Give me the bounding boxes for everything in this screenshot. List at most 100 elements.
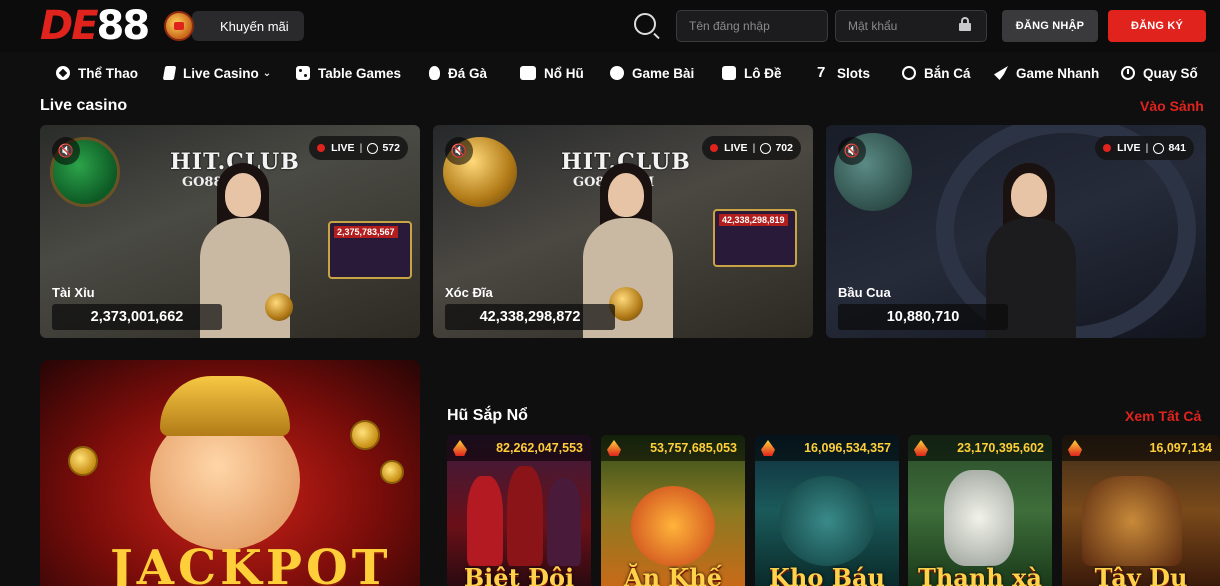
jackpot-amount: 2,373,001,662 — [52, 304, 222, 330]
nav-item-lo-de[interactable]: Lô Đề — [722, 56, 782, 90]
lock-icon — [959, 17, 971, 31]
nav-item-ban-ca[interactable]: Bắn Cá — [902, 56, 971, 90]
live-casino-title: Live casino — [40, 97, 128, 114]
live-game-card-bau-cua[interactable]: 🔇 LIVE | 841 Bầu Cua 10,880,710 — [826, 125, 1206, 338]
jackpot-amount: 10,880,710 — [838, 304, 1008, 330]
slot-game-title: Thanh xà — [918, 563, 1042, 586]
slot-game-card[interactable]: 23,170,395,602 Thanh xà — [908, 435, 1052, 586]
viewer-count: 702 — [775, 142, 793, 154]
slot-game-title: Kho Báu — [769, 563, 885, 586]
nav-label: Bắn Cá — [924, 65, 971, 81]
nav-item-live-casino[interactable]: Live Casino ⌄ — [162, 56, 272, 90]
coin-icon — [68, 446, 98, 476]
top-bar: DE 88 Khuyến mãi ĐĂNG NHẬP ĐĂNG KÝ — [0, 0, 1220, 52]
game-name: Bầu Cua — [838, 285, 891, 300]
nav-item-game-bai[interactable]: Game Bài — [610, 56, 694, 90]
nav-label: Lô Đề — [744, 65, 782, 81]
promotions-label: Khuyến mãi — [192, 11, 304, 41]
bowl-image — [265, 293, 293, 321]
cards-icon — [162, 66, 177, 80]
mute-icon[interactable]: 🔇 — [838, 137, 866, 165]
characters-image — [1082, 476, 1182, 566]
character-image — [507, 466, 543, 566]
nav-label: Đá Gà — [448, 65, 488, 81]
logo-text-de: DE — [40, 3, 99, 49]
live-dot-icon — [710, 144, 719, 152]
jackpot-amount: 16,096,534,357 — [755, 435, 899, 461]
slot-game-card[interactable]: 53,757,685,053 Ăn Khế — [601, 435, 745, 586]
live-badge: LIVE | 702 — [702, 136, 801, 160]
promotions-button[interactable]: Khuyến mãi — [164, 8, 304, 44]
nav-label: Game Nhanh — [1016, 65, 1100, 81]
nav-label: Live Casino — [183, 65, 259, 81]
slot-game-title: Ăn Khế — [623, 563, 722, 586]
viewers-icon — [760, 142, 772, 154]
nav-item-quay-so[interactable]: Quay Số — [1121, 56, 1198, 90]
coin-icon — [350, 420, 380, 450]
nav-item-table-games[interactable]: Table Games — [296, 56, 401, 90]
jackpot-amount: 42,338,298,872 — [445, 304, 615, 330]
chevron-down-icon: ⌄ — [262, 67, 272, 79]
slot-game-card[interactable]: 82,262,047,553 Biệt Đội — [447, 435, 591, 586]
nav-label: Game Bài — [632, 65, 695, 81]
viewer-count: 841 — [1168, 142, 1186, 154]
jackpot-screen-image: 2,375,783,567 — [328, 221, 412, 279]
jackpot-screen-value: 42,338,298,819 — [719, 214, 788, 226]
register-button[interactable]: ĐĂNG KÝ — [1108, 10, 1206, 42]
nav-label: Nổ Hũ — [544, 65, 584, 81]
jackpot-screen-image: 42,338,298,819 — [713, 209, 797, 267]
jackpot-banner[interactable]: JACKPOT — [40, 360, 420, 586]
snake-image — [944, 470, 1014, 566]
live-game-card-tai-xiu[interactable]: HIT.CLUB GO88.COM 2,375,783,567 🔇 LIVE |… — [40, 125, 420, 338]
nav-item-no-hu[interactable]: Nổ Hũ — [520, 56, 584, 90]
search-icon[interactable] — [634, 13, 656, 35]
slot-game-card[interactable]: 16,096,534,357 Kho Báu — [755, 435, 899, 586]
slot-machine-icon — [520, 66, 536, 80]
login-button[interactable]: ĐĂNG NHẬP — [1002, 10, 1098, 42]
nav-label: Slots — [837, 65, 871, 81]
viewers-icon — [367, 142, 379, 154]
nav-item-the-thao[interactable]: Thể Thao — [56, 56, 138, 90]
jackpot-amount: 53,757,685,053 — [601, 435, 745, 461]
mute-icon[interactable]: 🔇 — [52, 137, 80, 165]
nav-label: Table Games — [318, 65, 402, 81]
nav-label: Quay Số — [1143, 65, 1198, 81]
view-all-link[interactable]: Xem Tất Cả — [1125, 408, 1201, 424]
live-game-card-xoc-dia[interactable]: HIT.CLUB GO88.COM 42,338,298,819 🔇 LIVE … — [433, 125, 813, 338]
phoenix-image — [631, 486, 715, 566]
coin-icon — [380, 460, 404, 484]
dragon-image — [779, 476, 875, 566]
hot-jackpots-title: Hũ Sắp Nổ — [447, 407, 528, 424]
game-name: Xóc Đĩa — [445, 285, 493, 300]
game-name: Tài Xỉu — [52, 285, 95, 300]
rocket-icon — [994, 66, 1008, 80]
dice-icon — [296, 66, 310, 80]
main-nav: Thể Thao Live Casino ⌄ Table Games Đá Gà… — [0, 56, 1220, 90]
mute-icon[interactable]: 🔇 — [445, 137, 473, 165]
jackpot-amount: 23,170,395,602 — [908, 435, 1052, 461]
username-input[interactable] — [676, 10, 828, 42]
live-label: LIVE — [1117, 142, 1141, 154]
nav-item-slots[interactable]: 7 Slots — [817, 56, 870, 90]
slot-game-title: Biệt Đội — [463, 563, 575, 586]
logo-text-88: 88 — [96, 3, 151, 49]
live-badge: LIVE | 572 — [309, 136, 408, 160]
site-logo[interactable]: DE 88 — [40, 3, 151, 49]
clock-icon — [1121, 66, 1135, 80]
live-badge: LIVE | 841 — [1095, 136, 1194, 160]
view-lobby-link[interactable]: Vào Sảnh — [1140, 98, 1204, 114]
live-dot-icon — [1103, 144, 1112, 152]
viewers-icon — [1153, 142, 1165, 154]
nav-item-game-nhanh[interactable]: Game Nhanh — [994, 56, 1099, 90]
nav-item-da-ga[interactable]: Đá Gà — [429, 56, 487, 90]
target-icon — [902, 66, 916, 80]
jackpot-screen-value: 2,375,783,567 — [334, 226, 398, 238]
nav-label: Thể Thao — [78, 65, 138, 81]
club-icon — [610, 66, 624, 80]
slot-game-card[interactable]: 16,097,134 Tây Du — [1062, 435, 1220, 586]
soccer-ball-icon — [56, 66, 70, 80]
gift-badge-icon — [164, 11, 194, 41]
jackpot-amount: 82,262,047,553 — [447, 435, 591, 461]
seven-icon: 7 — [817, 64, 826, 81]
slot-game-title: Tây Du — [1094, 563, 1188, 586]
